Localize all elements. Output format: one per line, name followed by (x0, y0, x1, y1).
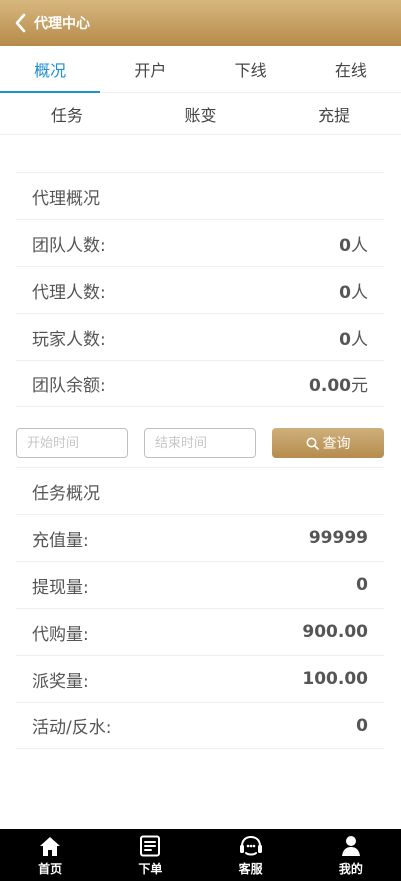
deposit-volume-label: 充值量: (32, 530, 89, 551)
tab-open-account[interactable]: 开户 (100, 46, 200, 92)
proxy-purchase-label: 代购量: (32, 624, 89, 645)
payout-volume-label: 派奖量: (32, 671, 89, 692)
date-filter: 查询 (16, 428, 384, 458)
agent-overview-section: 代理概况 团队人数: 0人 代理人数: 0人 玩家人数: 0人 团队余额: 0.… (16, 172, 384, 407)
deposit-volume-number: 99999 (308, 528, 368, 548)
nav-support-label: 客服 (238, 861, 263, 876)
task-overview-section: 任务概况 充值量: 99999 提现量: 0 代购量: 900.00 派奖量: … (16, 467, 384, 749)
agent-count-label: 代理人数: (32, 282, 106, 303)
player-count-number: 0 (339, 329, 351, 350)
withdraw-volume-number: 0 (356, 575, 368, 595)
agent-count-number: 0 (339, 282, 351, 303)
player-count-value: 0人 (339, 325, 368, 350)
user-icon (337, 834, 365, 858)
tab-tasks[interactable]: 任务 (0, 93, 134, 134)
player-count-label: 玩家人数: (32, 329, 106, 350)
task-overview-title-row: 任务概况 (16, 467, 384, 514)
payout-volume-value: 100.00 (302, 669, 368, 689)
agent-overview-title: 代理概况 (32, 188, 100, 209)
tab-online[interactable]: 在线 (301, 46, 401, 92)
stat-row: 代购量: 900.00 (16, 608, 384, 655)
team-balance-value: 0.00元 (309, 371, 368, 396)
nav-orders-label: 下单 (138, 861, 163, 876)
chevron-left-icon (15, 13, 26, 33)
team-members-value: 0人 (339, 231, 368, 256)
nav-home[interactable]: 首页 (0, 829, 100, 881)
end-time-input[interactable] (144, 428, 256, 458)
headset-icon (237, 834, 265, 858)
team-members-unit: 人 (351, 235, 368, 256)
top-header: 代理中心 (0, 0, 401, 46)
team-balance-unit: 元 (351, 376, 368, 396)
team-balance-number: 0.00 (309, 376, 351, 396)
back-button[interactable] (0, 0, 34, 46)
player-count-unit: 人 (351, 329, 368, 350)
stat-row: 团队人数: 0人 (16, 219, 384, 266)
nav-mine-label: 我的 (338, 861, 363, 876)
stat-row: 代理人数: 0人 (16, 266, 384, 313)
bottom-navigation: 首页 下单 客服 我的 (0, 829, 401, 881)
query-button[interactable]: 查询 (272, 428, 384, 458)
agent-count-unit: 人 (351, 282, 368, 303)
home-icon (36, 834, 64, 858)
stat-row: 充值量: 99999 (16, 514, 384, 561)
nav-mine[interactable]: 我的 (301, 829, 401, 881)
activity-rebate-value: 0 (356, 716, 368, 736)
main-tabs: 概况 开户 下线 在线 (0, 46, 401, 93)
activity-rebate-number: 0 (356, 715, 368, 736)
activity-rebate-label: 活动/反水: (32, 718, 112, 738)
payout-volume-number: 100.00 (302, 669, 368, 689)
proxy-purchase-number: 900.00 (302, 622, 368, 642)
stat-row: 活动/反水: 0 (16, 702, 384, 749)
stat-row: 提现量: 0 (16, 561, 384, 608)
withdraw-volume-value: 0 (356, 575, 368, 595)
tab-downline[interactable]: 下线 (201, 46, 301, 92)
stat-row: 玩家人数: 0人 (16, 313, 384, 360)
agent-count-value: 0人 (339, 278, 368, 303)
team-balance-label: 团队余额: (32, 376, 106, 396)
nav-home-label: 首页 (38, 861, 63, 876)
team-members-number: 0 (339, 235, 351, 256)
search-icon (306, 437, 319, 450)
nav-support[interactable]: 客服 (201, 829, 301, 881)
start-time-input[interactable] (16, 428, 128, 458)
withdraw-volume-label: 提现量: (32, 577, 89, 598)
agent-overview-title-row: 代理概况 (16, 172, 384, 219)
query-button-label: 查询 (322, 436, 351, 452)
team-members-label: 团队人数: (32, 235, 106, 256)
proxy-purchase-value: 900.00 (302, 622, 368, 642)
document-list-icon (136, 834, 164, 858)
secondary-tabs: 任务 账变 充提 (0, 93, 401, 135)
page-title: 代理中心 (34, 16, 90, 32)
stat-row: 团队余额: 0.00元 (16, 360, 384, 407)
stat-row: 派奖量: 100.00 (16, 655, 384, 702)
tab-account-changes[interactable]: 账变 (134, 93, 268, 134)
nav-orders[interactable]: 下单 (100, 829, 200, 881)
tab-deposit-withdraw[interactable]: 充提 (267, 93, 401, 134)
task-overview-title: 任务概况 (32, 483, 100, 504)
tab-overview[interactable]: 概况 (0, 46, 101, 93)
deposit-volume-value: 99999 (309, 528, 368, 548)
